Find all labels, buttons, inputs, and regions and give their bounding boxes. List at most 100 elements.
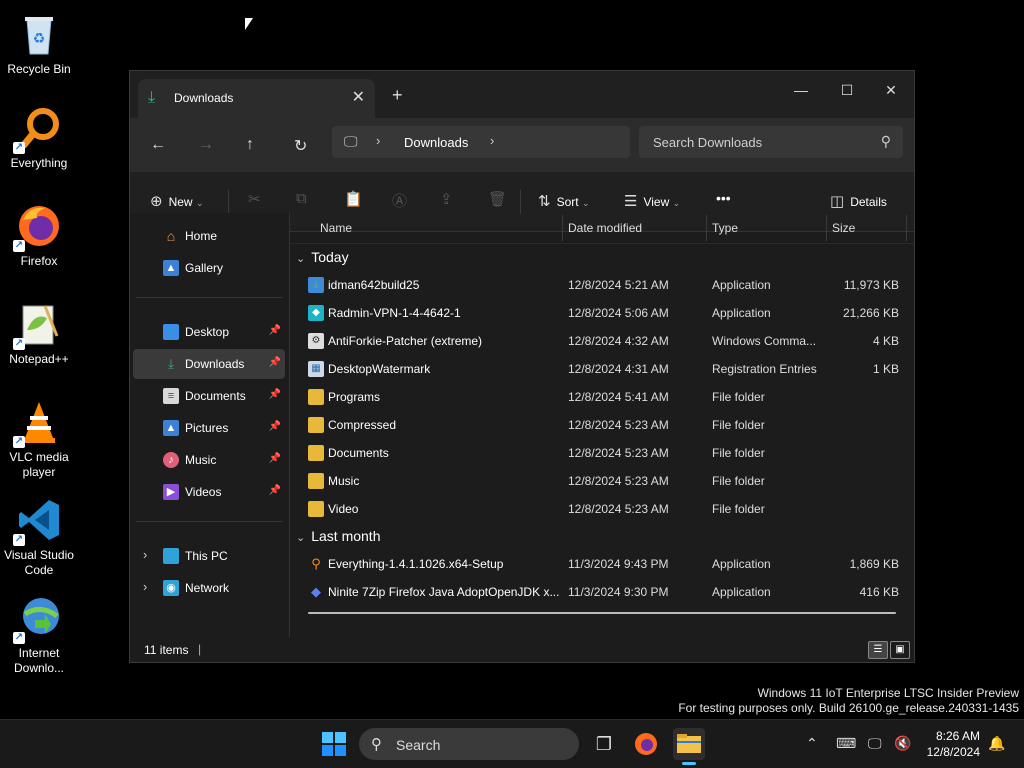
horizontal-scrollbar[interactable] bbox=[308, 612, 896, 614]
desktop-icon-notepad-plus-plus[interactable]: ↗ Notepad++ bbox=[2, 300, 76, 367]
close-window-button[interactable]: ✕ bbox=[868, 75, 914, 105]
sidebar-item-desktop[interactable]: Desktop 📌 bbox=[133, 317, 285, 347]
taskbar-search-box[interactable]: ⚲ Search bbox=[359, 728, 579, 760]
column-header-date-modified[interactable]: Date modified bbox=[568, 221, 642, 235]
monitor-icon[interactable]: 🖵 bbox=[344, 133, 358, 150]
desktop-icon-internet-download-manager[interactable]: ↗ Internet Downlo... bbox=[2, 594, 76, 676]
download-icon: ⤓ bbox=[168, 356, 174, 371]
cut-icon[interactable]: ✂ bbox=[248, 190, 261, 208]
sidebar-item-videos[interactable]: ▶ Videos 📌 bbox=[133, 477, 285, 507]
file-name: Compressed bbox=[328, 418, 397, 432]
start-button[interactable] bbox=[318, 728, 350, 760]
column-header-type[interactable]: Type bbox=[712, 221, 738, 235]
search-input[interactable]: Search Downloads ⚲ bbox=[639, 126, 903, 158]
chevron-right-icon[interactable]: › bbox=[143, 547, 147, 562]
pin-icon[interactable]: 📌 bbox=[269, 389, 281, 400]
column-divider[interactable] bbox=[562, 215, 563, 241]
file-row[interactable]: ⤓ idman642build25 12/8/2024 5:21 AM Appl… bbox=[302, 271, 904, 299]
file-row[interactable]: Video 12/8/2024 5:23 AM File folder bbox=[302, 495, 904, 523]
paste-icon[interactable]: 📋 bbox=[344, 190, 363, 208]
rename-icon[interactable]: Ⓐ bbox=[392, 190, 407, 211]
column-divider[interactable] bbox=[906, 215, 907, 241]
file-row[interactable]: ▦ DesktopWatermark 12/8/2024 4:31 AM Reg… bbox=[302, 355, 904, 383]
share-icon[interactable]: ⇪ bbox=[440, 190, 453, 208]
close-tab-icon[interactable]: ✕ bbox=[352, 87, 365, 107]
column-header-name[interactable]: Name bbox=[320, 221, 352, 235]
keyboard-icon[interactable]: ⌨ bbox=[836, 735, 856, 752]
active-app-indicator bbox=[682, 762, 696, 765]
column-divider[interactable] bbox=[826, 215, 827, 241]
group-label: Today bbox=[311, 249, 349, 265]
desktop-icon-firefox[interactable]: ↗ Firefox bbox=[2, 202, 76, 269]
details-pane-button[interactable]: ◫ Details bbox=[830, 192, 887, 210]
new-tab-button[interactable]: + bbox=[392, 85, 403, 106]
chevron-up-icon[interactable]: ⌃ bbox=[806, 735, 818, 752]
sidebar-item-this-pc[interactable]: › This PC bbox=[133, 541, 285, 571]
address-bar[interactable]: 🖵 › Downloads › bbox=[332, 126, 630, 158]
firefox-taskbar-icon[interactable] bbox=[630, 728, 662, 760]
task-view-icon[interactable]: ❐ bbox=[588, 728, 620, 760]
file-size: 21,266 KB bbox=[842, 306, 899, 320]
file-row[interactable]: Documents 12/8/2024 5:23 AM File folder bbox=[302, 439, 904, 467]
large-icons-view-button[interactable]: ▣ bbox=[890, 641, 910, 659]
file-type: File folder bbox=[712, 446, 765, 460]
file-row[interactable]: ⚙ AntiForkie-Patcher (extreme) 12/8/2024… bbox=[302, 327, 904, 355]
sidebar-item-home[interactable]: ⌂ Home bbox=[133, 221, 285, 251]
forward-arrow-icon[interactable]: → bbox=[198, 136, 214, 154]
file-row[interactable]: Music 12/8/2024 5:23 AM File folder bbox=[302, 467, 904, 495]
tab-title: Downloads bbox=[174, 91, 234, 105]
tab-downloads[interactable]: ⤓ Downloads ✕ bbox=[138, 79, 375, 118]
chevron-right-icon[interactable]: › bbox=[376, 133, 380, 148]
sidebar-item-documents[interactable]: ≡ Documents 📌 bbox=[133, 381, 285, 411]
file-row[interactable]: Compressed 12/8/2024 5:23 AM File folder bbox=[302, 411, 904, 439]
network-status-icon[interactable]: 🖵 bbox=[868, 735, 882, 752]
sidebar-item-downloads[interactable]: ⤓ Downloads 📌 bbox=[133, 349, 285, 379]
sidebar-item-pictures[interactable]: ▲ Pictures 📌 bbox=[133, 413, 285, 443]
file-explorer-taskbar-icon[interactable] bbox=[673, 728, 705, 765]
group-header-today[interactable]: ⌄ Today bbox=[296, 249, 349, 265]
desktop-icon-vlc[interactable]: ↗ VLC media player bbox=[2, 398, 76, 480]
minimize-button[interactable]: — bbox=[778, 75, 824, 105]
pin-icon[interactable]: 📌 bbox=[269, 357, 281, 368]
more-options-button[interactable]: ••• bbox=[716, 190, 731, 206]
sidebar-item-music[interactable]: ♪ Music 📌 bbox=[133, 445, 285, 475]
file-row[interactable]: ◆ Radmin-VPN-1-4-4642-1 12/8/2024 5:06 A… bbox=[302, 299, 904, 327]
pin-icon[interactable]: 📌 bbox=[269, 453, 281, 464]
sort-button[interactable]: ⇅ Sort ⌄ bbox=[538, 192, 589, 210]
maximize-button[interactable]: ☐ bbox=[824, 75, 870, 105]
column-header-size[interactable]: Size bbox=[832, 221, 855, 235]
breadcrumb-downloads[interactable]: Downloads bbox=[404, 135, 468, 150]
chevron-right-icon[interactable]: › bbox=[143, 579, 147, 594]
desktop-icon-label: Notepad++ bbox=[9, 352, 69, 366]
volume-muted-icon[interactable]: 🔇 bbox=[894, 735, 911, 752]
details-view-button[interactable]: ☰ bbox=[868, 641, 888, 659]
pin-icon[interactable]: 📌 bbox=[269, 485, 281, 496]
file-row[interactable]: ⚲ Everything-1.4.1.1026.x64-Setup 11/3/2… bbox=[302, 550, 904, 578]
up-arrow-icon[interactable]: ↑ bbox=[246, 136, 254, 154]
desktop-icon-vscode[interactable]: ↗ Visual Studio Code bbox=[2, 496, 76, 578]
folder-icon bbox=[308, 389, 324, 405]
sidebar-item-label: Documents bbox=[185, 389, 246, 403]
windows-logo-icon bbox=[322, 732, 346, 756]
desktop-icon-recycle-bin[interactable]: ♻ Recycle Bin bbox=[2, 10, 76, 77]
documents-icon: ≡ bbox=[163, 388, 179, 404]
file-name: Music bbox=[328, 474, 360, 488]
refresh-icon[interactable]: ↻ bbox=[294, 136, 307, 156]
sidebar-item-gallery[interactable]: ▲ Gallery bbox=[133, 253, 285, 283]
view-button[interactable]: ☰ View ⌄ bbox=[624, 192, 680, 210]
back-arrow-icon[interactable]: ← bbox=[150, 136, 166, 154]
file-row[interactable]: ◆ Ninite 7Zip Firefox Java AdoptOpenJDK … bbox=[302, 578, 904, 606]
sidebar-item-network[interactable]: › ◉ Network bbox=[133, 573, 285, 603]
new-button[interactable]: ⊕ New ⌄ bbox=[150, 192, 203, 210]
file-row[interactable]: Programs 12/8/2024 5:41 AM File folder bbox=[302, 383, 904, 411]
copy-icon[interactable]: ⧉ bbox=[296, 190, 307, 207]
notification-bell-icon[interactable]: 🔔 bbox=[988, 735, 1005, 752]
chevron-right-icon[interactable]: › bbox=[490, 133, 494, 148]
pin-icon[interactable]: 📌 bbox=[269, 421, 281, 432]
system-clock[interactable]: 8:26 AM 12/8/2024 bbox=[927, 728, 980, 760]
desktop-icon-everything[interactable]: ↗ Everything bbox=[2, 104, 76, 171]
column-divider[interactable] bbox=[706, 215, 707, 241]
delete-icon[interactable]: 🗑 bbox=[488, 190, 507, 208]
pin-icon[interactable]: 📌 bbox=[269, 325, 281, 336]
group-header-last-month[interactable]: ⌄ Last month bbox=[296, 528, 380, 544]
